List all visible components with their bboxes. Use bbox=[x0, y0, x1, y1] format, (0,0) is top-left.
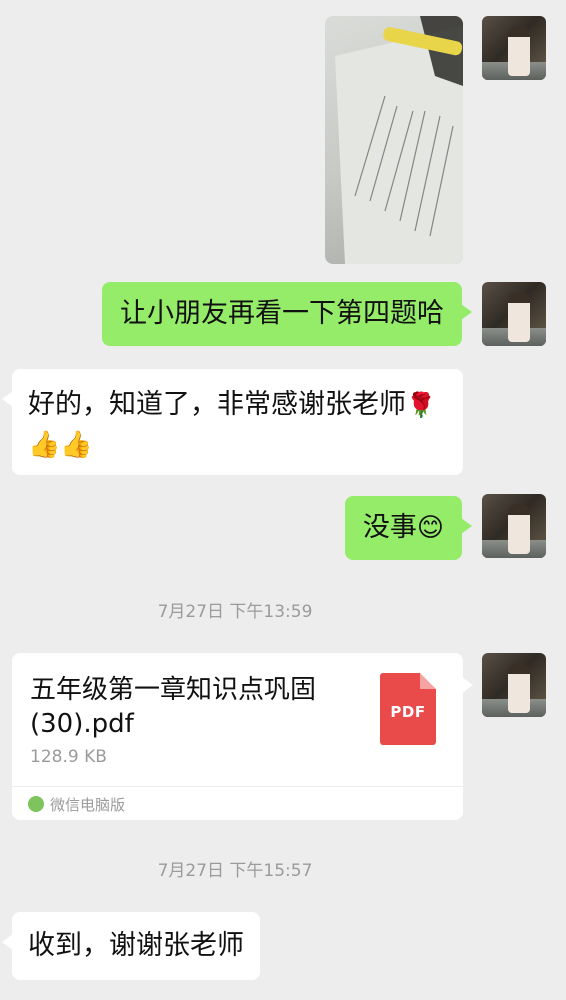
divider bbox=[12, 786, 463, 787]
message-text: 收到，谢谢张老师 bbox=[28, 930, 244, 961]
file-size: 128.9 KB bbox=[30, 747, 107, 767]
file-source: 微信电脑版 bbox=[50, 795, 126, 814]
thumbs-up-emoji-icon: 👍👍 bbox=[28, 430, 93, 460]
message-text: 让小朋友再看一下第四题哈 bbox=[120, 298, 444, 329]
their-message-bubble[interactable]: 收到，谢谢张老师 bbox=[2, 912, 260, 980]
my-avatar[interactable] bbox=[482, 653, 546, 717]
message-text: 好的，知道了，非常感谢张老师 bbox=[28, 389, 406, 420]
file-name: 五年级第一章知识点巩固 bbox=[30, 675, 317, 705]
my-avatar[interactable] bbox=[482, 282, 546, 346]
my-avatar[interactable] bbox=[482, 494, 546, 558]
message-text: 没事 bbox=[362, 512, 417, 543]
my-message-bubble[interactable]: 让小朋友再看一下第四题哈 bbox=[102, 282, 472, 346]
my-message-bubble[interactable]: 没事😊 bbox=[344, 496, 473, 560]
smile-emoji-icon: 😊 bbox=[416, 513, 444, 543]
notebook-photo-icon bbox=[335, 16, 463, 264]
image-message[interactable] bbox=[325, 16, 463, 264]
file-message-card[interactable]: 五年级第一章知识点巩固 (30).pdf 128.9 KB PDF 微信电脑版 bbox=[12, 653, 473, 820]
pc-wechat-icon bbox=[28, 796, 44, 812]
my-avatar[interactable] bbox=[482, 16, 546, 80]
pdf-file-icon: PDF bbox=[380, 673, 436, 745]
timestamp: 7月27日 下午13:59 bbox=[157, 602, 313, 622]
rose-emoji-icon: 🌹 bbox=[406, 391, 436, 419]
their-message-bubble[interactable]: 好的，知道了，非常感谢张老师🌹 👍👍 bbox=[2, 369, 463, 475]
timestamp: 7月27日 下午15:57 bbox=[157, 861, 313, 881]
file-name-ext: (30).pdf bbox=[30, 709, 134, 739]
